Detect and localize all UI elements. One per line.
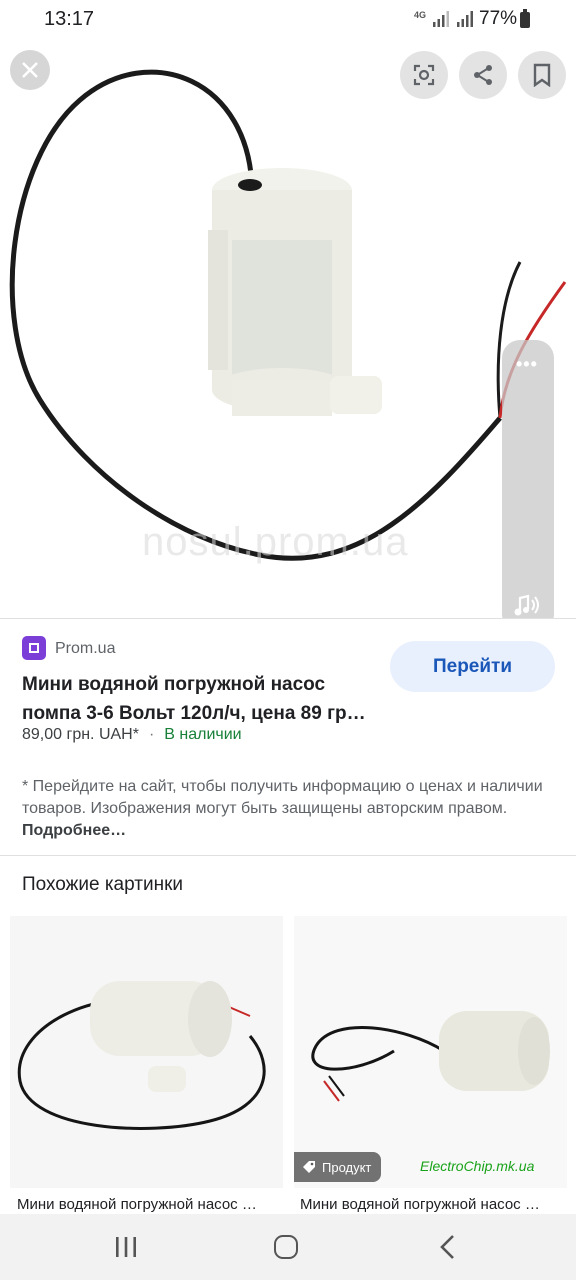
edge-panel-handle[interactable]: ••• xyxy=(502,340,554,618)
tag-icon xyxy=(303,1161,315,1173)
brand-watermark: ElectroChip.mk.ua xyxy=(420,1158,535,1174)
price-row: 89,00 грн. UAH* · В наличии xyxy=(22,726,242,744)
lens-button[interactable] xyxy=(400,51,448,99)
result-title[interactable]: Мини водяной погружной насос помпа 3-6 В… xyxy=(22,670,382,728)
disclaimer: * Перейдите на сайт, чтобы получить инфо… xyxy=(22,776,552,842)
status-bar: 13:17 4G 77% xyxy=(0,0,576,40)
close-icon xyxy=(22,62,38,78)
pump-thumbnail xyxy=(10,916,283,1188)
share-icon xyxy=(474,65,492,85)
home-icon[interactable] xyxy=(274,1235,298,1259)
status-time: 13:17 xyxy=(44,8,95,30)
price: 89,00 грн. UAH* xyxy=(22,726,139,743)
close-button[interactable] xyxy=(10,50,50,90)
similar-title[interactable]: Мини водяной погружной насос … xyxy=(17,1196,277,1213)
product-chip-label: Продукт xyxy=(322,1159,372,1175)
battery-percent: 77% xyxy=(479,8,518,29)
similar-image[interactable]: Продукт ElectroChip.mk.ua xyxy=(294,916,567,1188)
separator: · xyxy=(148,726,155,743)
bookmark-icon xyxy=(533,63,551,87)
more-link[interactable]: Подробнее… xyxy=(22,822,126,839)
share-button[interactable] xyxy=(459,51,507,99)
recents-icon[interactable] xyxy=(114,1235,138,1259)
similar-image[interactable] xyxy=(10,916,283,1188)
sound-icon xyxy=(514,594,539,616)
site-name[interactable]: Prom.ua xyxy=(55,640,115,658)
similar-title[interactable]: Мини водяной погружной насос … xyxy=(300,1196,562,1213)
product-chip: Продукт xyxy=(294,1152,382,1182)
battery-icon xyxy=(520,9,530,28)
signal-icon xyxy=(433,11,449,27)
availability: В наличии xyxy=(164,726,242,743)
image-watermark: nosul.prom.ua xyxy=(142,520,409,564)
disclaimer-text: * Перейдите на сайт, чтобы получить инфо… xyxy=(22,778,543,817)
signal-icon-2 xyxy=(457,11,473,27)
save-button[interactable] xyxy=(518,51,566,99)
visit-button[interactable]: Перейти xyxy=(390,641,555,692)
image-preview[interactable]: nosul.prom.ua ••• xyxy=(0,40,576,618)
back-icon[interactable] xyxy=(438,1234,458,1260)
network-type: 4G xyxy=(414,10,427,20)
navigation-bar xyxy=(0,1214,576,1280)
lens-icon xyxy=(413,64,435,86)
divider xyxy=(0,618,576,619)
similar-heading: Похожие картинки xyxy=(22,874,183,895)
divider xyxy=(0,855,576,856)
more-dots-icon: ••• xyxy=(516,354,538,374)
pump-thumbnail xyxy=(294,916,567,1188)
site-logo-icon xyxy=(22,636,46,660)
